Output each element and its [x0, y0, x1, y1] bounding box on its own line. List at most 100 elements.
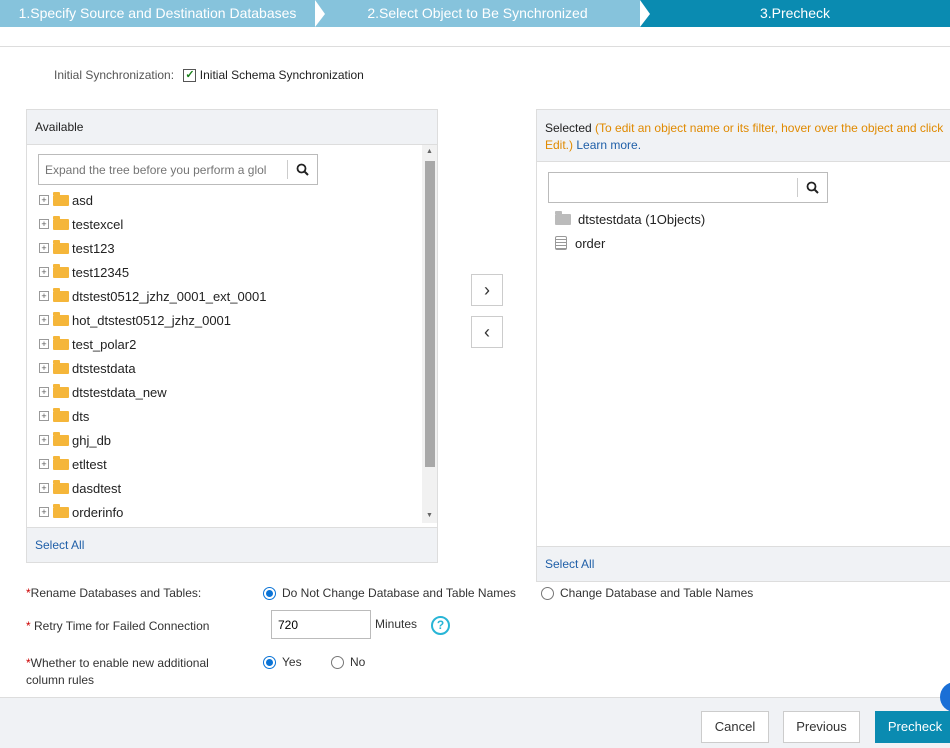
tree-item-label: test12345 [72, 264, 130, 280]
step-separator [315, 0, 325, 27]
expand-icon[interactable]: + [39, 195, 49, 205]
expand-icon[interactable]: + [39, 411, 49, 421]
folder-icon [53, 263, 69, 278]
folder-icon [53, 503, 69, 518]
tree-item-label: dtstestdata_new [72, 384, 167, 400]
expand-icon[interactable]: + [39, 459, 49, 469]
rename-opt1[interactable]: Do Not Change Database and Table Names [263, 586, 516, 601]
expand-icon[interactable]: + [39, 363, 49, 373]
folder-icon [53, 455, 69, 470]
folder-icon [53, 335, 69, 350]
search-icon[interactable] [287, 160, 317, 179]
tree-item[interactable]: + dtstest0512_jzhz_0001_ext_0001 [39, 286, 266, 306]
no-label: No [350, 655, 366, 669]
column-rules-label: *Whether to enable new additional column… [26, 655, 226, 689]
step-3-active: 3.Precheck [640, 0, 950, 27]
retry-label-text: Retry Time for Failed Connection [34, 619, 210, 633]
tree-item-label: asd [72, 192, 93, 208]
cancel-button[interactable]: Cancel [701, 711, 769, 743]
help-glyph: ? [436, 618, 445, 632]
selected-table-item[interactable]: order [555, 233, 605, 253]
column-rules-yes[interactable]: Yes [263, 655, 302, 670]
previous-button[interactable]: Previous [783, 711, 860, 743]
scrollbar-thumb[interactable] [425, 161, 435, 467]
tree-item[interactable]: + dtstestdata_new [39, 382, 167, 402]
step-2-label: 2.Select Object to Be Synchronized [367, 5, 588, 21]
schema-sync-checkbox[interactable]: ✓ [183, 69, 197, 83]
rename-opt2[interactable]: Change Database and Table Names [541, 586, 754, 601]
tree-item-label: dasdtest [72, 480, 122, 496]
divider [0, 46, 950, 47]
tree-item[interactable]: + hot_dtstest0512_jzhz_0001 [39, 310, 231, 330]
tree-item[interactable]: + test12345 [39, 262, 129, 282]
tree-item[interactable]: + testexcel [39, 214, 123, 234]
tree-item-label: test_polar2 [72, 336, 137, 352]
selected-db-label: dtstestdata (1Objects) [578, 211, 706, 227]
table-icon [555, 236, 567, 250]
expand-icon[interactable]: + [39, 267, 49, 277]
tree-item-label: ghj_db [72, 432, 112, 448]
tree-item[interactable]: + asd [39, 190, 93, 210]
tree-item[interactable]: + orderinfo [39, 502, 123, 522]
tree-item-label: hot_dtstest0512_jzhz_0001 [72, 312, 232, 328]
selected-select-all[interactable]: Select All [537, 546, 950, 581]
retry-label: * Retry Time for Failed Connection [26, 619, 209, 633]
selected-panel: Selected (To edit an object name or its … [536, 109, 950, 582]
search-icon[interactable] [797, 178, 827, 197]
available-select-all[interactable]: Select All [27, 527, 437, 562]
tree-item[interactable]: + dtstestdata [39, 358, 136, 378]
available-title: Available [27, 110, 437, 145]
learn-more-link[interactable]: Learn more. [576, 138, 641, 152]
folder-icon [53, 191, 69, 206]
radio-unselected[interactable] [541, 587, 554, 601]
tree-item[interactable]: + dasdtest [39, 478, 121, 498]
folder-icon [53, 215, 69, 230]
step-3-label: 3.Precheck [759, 5, 831, 21]
folder-icon [53, 383, 69, 398]
expand-icon[interactable]: + [39, 339, 49, 349]
selected-search-input[interactable] [549, 173, 795, 202]
selected-db-item[interactable]: dtstestdata (1Objects) [555, 209, 705, 229]
radio-unselected[interactable] [331, 656, 344, 670]
expand-icon[interactable]: + [39, 483, 49, 493]
expand-icon[interactable]: + [39, 291, 49, 301]
available-panel: Available + asd + testexcel + test123 + test123… [26, 109, 438, 563]
initial-sync-label: Initial Synchronization: [54, 68, 175, 82]
selected-search [548, 172, 828, 203]
tree-item[interactable]: + etltest [39, 454, 107, 474]
chevron-right-icon: › [484, 279, 490, 300]
yes-label: Yes [282, 655, 302, 669]
tree-item[interactable]: + test_polar2 [39, 334, 136, 354]
rename-label: *Rename Databases and Tables: [26, 586, 201, 600]
help-icon[interactable]: ? [431, 616, 450, 635]
precheck-button[interactable]: Precheck [875, 711, 950, 743]
expand-icon[interactable]: + [39, 315, 49, 325]
radio-selected[interactable] [263, 656, 276, 670]
available-search-input[interactable] [39, 155, 285, 184]
rename-opt2-label: Change Database and Table Names [560, 586, 754, 600]
tree-item-label: dtstest0512_jzhz_0001_ext_0001 [72, 288, 267, 304]
rename-opt1-label: Do Not Change Database and Table Names [282, 586, 516, 600]
folder-icon [53, 287, 69, 302]
expand-icon[interactable]: + [39, 243, 49, 253]
expand-icon[interactable]: + [39, 219, 49, 229]
retry-unit: Minutes [375, 617, 418, 631]
selected-table-label: order [575, 235, 606, 251]
step-1-label: 1.Specify Source and Destination Databas… [18, 5, 297, 21]
expand-icon[interactable]: + [39, 507, 49, 517]
retry-time-input[interactable] [271, 610, 371, 639]
move-right-button[interactable]: › [471, 274, 503, 306]
expand-icon[interactable]: + [39, 387, 49, 397]
tree-item[interactable]: + ghj_db [39, 430, 111, 450]
tree-scrollbar[interactable]: ▲ ▼ [422, 145, 437, 523]
expand-icon[interactable]: + [39, 435, 49, 445]
step-1: 1.Specify Source and Destination Databas… [0, 0, 325, 27]
tree-item[interactable]: + test123 [39, 238, 115, 258]
folder-icon [53, 431, 69, 446]
available-search [38, 154, 318, 185]
column-rules-no[interactable]: No [331, 655, 366, 670]
tree-item[interactable]: + dts [39, 406, 89, 426]
tree-item-label: dts [72, 408, 90, 424]
move-left-button[interactable]: ‹ [471, 316, 503, 348]
radio-selected[interactable] [263, 587, 276, 601]
